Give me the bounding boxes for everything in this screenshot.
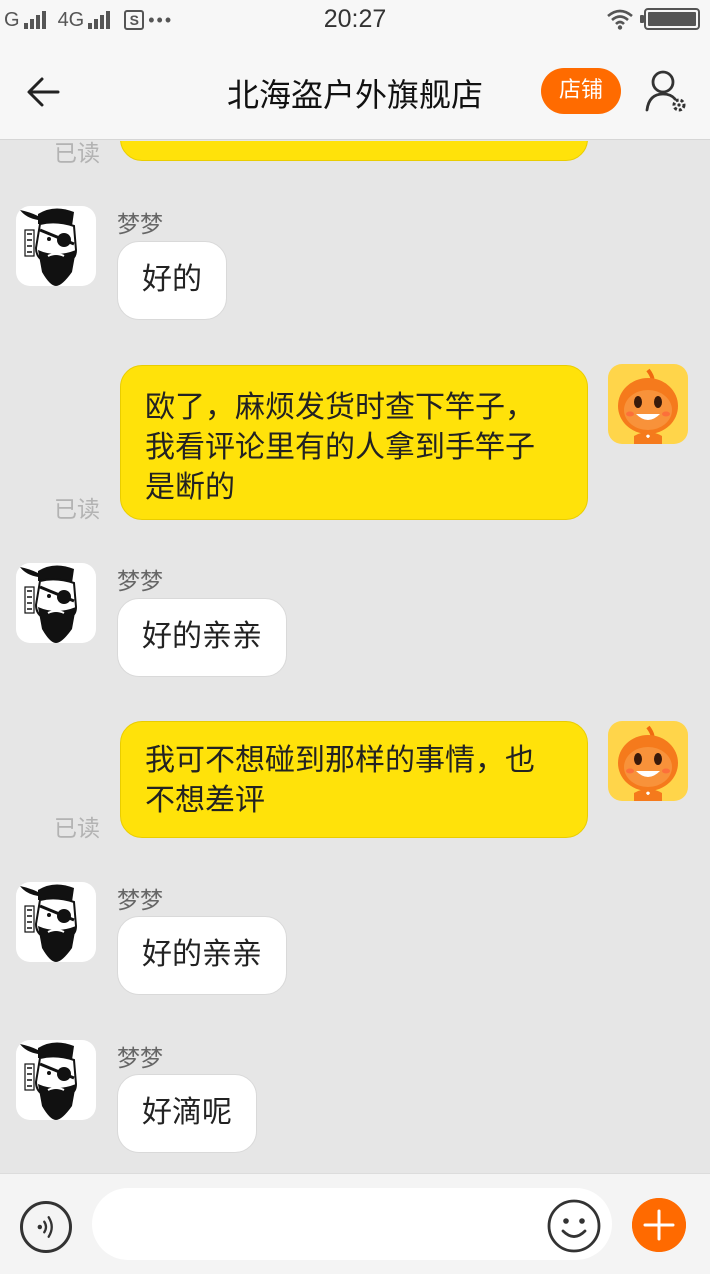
clock: 20:27: [323, 5, 387, 33]
battery-icon: [640, 8, 700, 30]
shop-avatar[interactable]: [16, 206, 96, 286]
user-settings-icon[interactable]: [644, 68, 688, 116]
status-bar: G 4G S ••• 20:27: [0, 0, 710, 40]
pirate-avatar-icon: [20, 565, 78, 643]
message-text: 好的亲亲: [142, 937, 262, 972]
message-text-line: 我可不想碰到那样的事情，也: [145, 743, 535, 778]
mascot-avatar-icon: [618, 368, 678, 444]
sender-name: 梦梦: [117, 212, 163, 238]
my-avatar[interactable]: [608, 721, 688, 801]
shop-avatar[interactable]: [16, 1040, 96, 1120]
message-text-line: 我看评论里有的人拿到手竿子: [145, 430, 535, 465]
own-message-bubble[interactable]: 我可不想碰到那样的事情，也 不想差评: [120, 721, 588, 838]
incoming-message-bubble[interactable]: 好滴呢: [117, 1074, 257, 1153]
message-list[interactable]: 已读 梦梦 好的 已读 欧了，麻烦发货时查下竿子， 我看评论里有的人拿到手竿子 …: [0, 141, 710, 1173]
read-receipt: 已读: [54, 497, 100, 523]
read-receipt: 已读: [54, 141, 100, 167]
pirate-avatar-icon: [20, 1042, 78, 1120]
incoming-message-bubble[interactable]: 好的亲亲: [117, 916, 287, 995]
message-input[interactable]: [92, 1188, 612, 1260]
plus-icon[interactable]: [632, 1198, 686, 1252]
message-text: 好的亲亲: [142, 619, 262, 654]
status-right: [606, 8, 700, 30]
wifi-icon: [607, 9, 633, 30]
mascot-avatar-icon: [618, 725, 678, 801]
message-text: 好滴呢: [142, 1095, 232, 1130]
sender-name: 梦梦: [117, 569, 163, 595]
shop-avatar[interactable]: [16, 563, 96, 643]
my-avatar[interactable]: [608, 364, 688, 444]
message-text-line: 不想差评: [145, 783, 265, 818]
voice-icon[interactable]: [20, 1201, 72, 1253]
read-receipt: 已读: [54, 816, 100, 842]
sender-name: 梦梦: [117, 1046, 163, 1072]
message-text-line: 是断的: [145, 470, 235, 505]
emoji-icon[interactable]: [546, 1198, 602, 1254]
message-text: 好的: [142, 262, 202, 297]
shop-button[interactable]: 店铺: [541, 68, 621, 114]
pirate-avatar-icon: [20, 208, 78, 286]
own-message-bubble[interactable]: [120, 141, 588, 161]
own-message-bubble[interactable]: 欧了，麻烦发货时查下竿子， 我看评论里有的人拿到手竿子 是断的: [120, 365, 588, 520]
incoming-message-bubble[interactable]: 好的: [117, 241, 227, 320]
pirate-avatar-icon: [20, 884, 78, 962]
sender-name: 梦梦: [117, 888, 163, 914]
message-text-line: 欧了，麻烦发货时查下竿子，: [145, 390, 535, 425]
incoming-message-bubble[interactable]: 好的亲亲: [117, 598, 287, 677]
input-bar: [0, 1173, 710, 1274]
shop-avatar[interactable]: [16, 882, 96, 962]
chat-header: 北海盗户外旗舰店 店铺: [0, 40, 710, 140]
